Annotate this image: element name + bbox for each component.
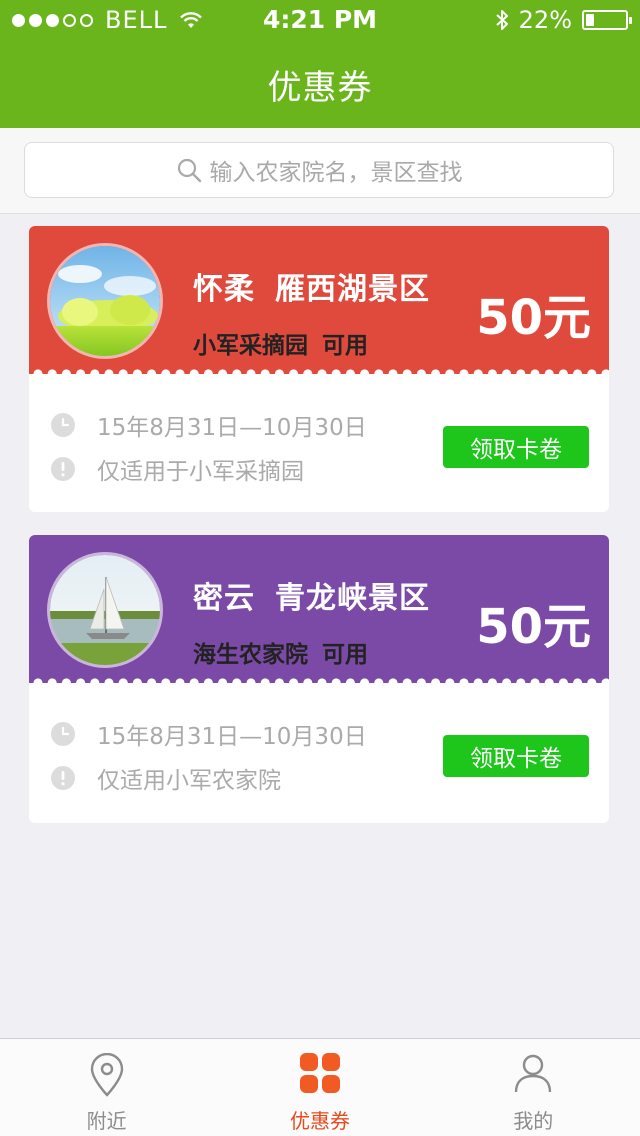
coupon-venue: 海生农家院 — [193, 642, 308, 668]
tab-coupons[interactable]: 优惠券 — [213, 1039, 426, 1136]
coupon-date-row: 15年8月31日—10月30日 — [51, 717, 367, 751]
coupon-header: 密云 青龙峡景区 海生农家院 可用 50元 — [29, 535, 609, 686]
page-title: 优惠券 — [267, 68, 373, 108]
clock-icon — [51, 722, 75, 746]
exclamation-icon — [51, 457, 75, 481]
coupon-scenic-spot: 青龙峡景区 — [275, 581, 430, 616]
search-bar-container: 输入农家院名，景区查找 — [0, 128, 640, 214]
bluetooth-icon — [495, 10, 508, 30]
status-bar: BELL 4:21 PM 22% — [0, 0, 640, 40]
user-icon — [515, 1054, 552, 1093]
coupon-scope-row: 仅适用小军农家院 — [51, 761, 281, 795]
coupon-amount: 50元 — [476, 599, 591, 655]
clock-icon — [51, 413, 75, 437]
coupon-usable: 可用 — [322, 333, 368, 359]
tab-label: 我的 — [513, 1109, 554, 1133]
coupon-venue: 小军采摘园 — [193, 333, 308, 359]
coupon-amount: 50元 — [476, 290, 591, 346]
coupon-date-range: 15年8月31日—10月30日 — [97, 724, 367, 750]
coupon-scope: 仅适用于小军采摘园 — [97, 459, 304, 485]
search-input[interactable]: 输入农家院名，景区查找 — [24, 142, 614, 198]
coupon-header: 怀柔 雁西湖景区 小军采摘园 可用 50元 — [29, 226, 609, 377]
coupon-venue-line: 海生农家院 可用 — [193, 635, 368, 669]
scenic-photo — [47, 552, 163, 668]
claim-coupon-button[interactable]: 领取卡卷 — [443, 735, 589, 777]
coupon-area: 密云 — [193, 581, 255, 616]
claim-coupon-button[interactable]: 领取卡卷 — [443, 426, 589, 468]
four-petal-grid-icon — [299, 1053, 340, 1093]
coupon-date-range: 15年8月31日—10月30日 — [97, 415, 367, 441]
battery-fill — [586, 14, 594, 26]
coupon-scenic-spot: 雁西湖景区 — [275, 272, 430, 307]
status-right: 22% — [495, 6, 632, 34]
sailboat-photo-icon — [50, 555, 160, 665]
coupon-scope-row: 仅适用于小军采摘园 — [51, 452, 304, 486]
search-icon — [177, 158, 201, 183]
exclamation-icon — [51, 766, 75, 790]
location-pin-icon — [90, 1053, 123, 1097]
tab-label: 附近 — [86, 1109, 127, 1133]
tab-bar: 附近 优惠券 我的 — [0, 1038, 640, 1136]
coupon-venue-line: 小军采摘园 可用 — [193, 326, 368, 360]
coupon-card[interactable]: 密云 青龙峡景区 海生农家院 可用 50元 15年8月31日—10月30日 仅适用小… — [29, 535, 609, 823]
coupon-location: 怀柔 雁西湖景区 — [193, 264, 430, 308]
coupon-area: 怀柔 — [193, 272, 255, 307]
coupon-usable: 可用 — [322, 642, 368, 668]
battery-icon — [582, 10, 632, 30]
battery-percent: 22% — [518, 6, 572, 34]
tab-mine[interactable]: 我的 — [427, 1039, 640, 1136]
coupon-location: 密云 青龙峡景区 — [193, 573, 430, 617]
top-bar: BELL 4:21 PM 22% 优惠券 — [0, 0, 640, 128]
meadow-photo-icon — [50, 246, 160, 356]
tab-label: 优惠券 — [289, 1109, 350, 1133]
coupon-date-row: 15年8月31日—10月30日 — [51, 408, 367, 442]
scenic-photo — [47, 243, 163, 359]
coupon-card[interactable]: 怀柔 雁西湖景区 小军采摘园 可用 50元 15年8月31日—10月30日 仅适用于… — [29, 226, 609, 512]
coupon-scope: 仅适用小军农家院 — [97, 768, 281, 794]
coupon-details: 15年8月31日—10月30日 仅适用于小军采摘园 领取卡卷 — [29, 376, 609, 512]
coupon-details: 15年8月31日—10月30日 仅适用小军农家院 领取卡卷 — [29, 685, 609, 821]
search-placeholder: 输入农家院名，景区查找 — [209, 160, 463, 186]
tab-nearby[interactable]: 附近 — [0, 1039, 213, 1136]
